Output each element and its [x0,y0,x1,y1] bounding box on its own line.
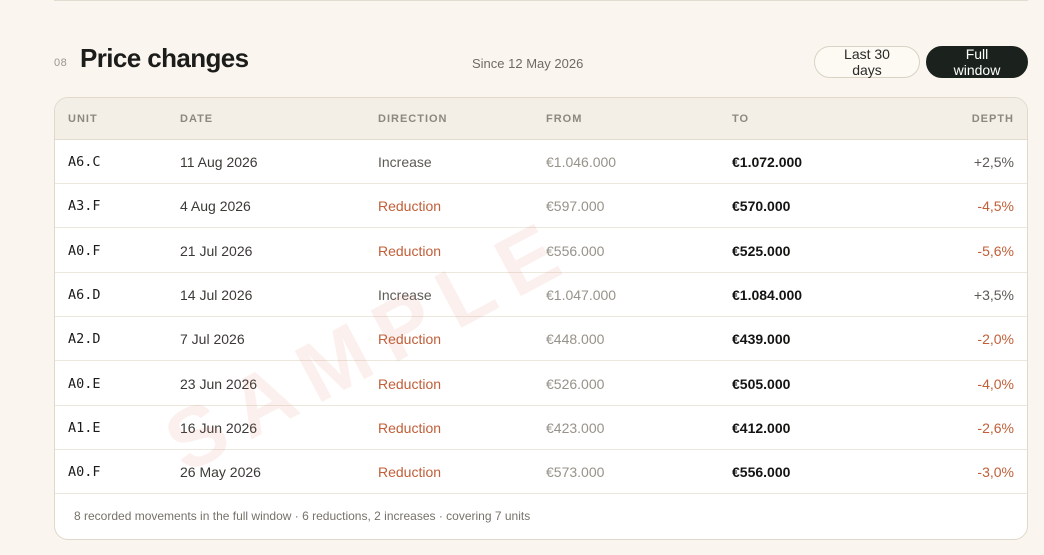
table-row[interactable]: A0.E 23 Jun 2026 Reduction €526.000 €505.000… [55,362,1027,406]
to-price-cell: €439.000 [732,331,791,348]
unit-cell: A6.D [68,286,101,303]
direction-cell: Reduction [378,464,442,481]
to-price-cell: €556.000 [732,464,791,481]
to-price-cell: €570.000 [732,198,791,215]
date-cell: 4 Aug 2026 [180,198,251,215]
to-price-cell: €1.072.000 [732,154,803,170]
from-price-cell: €1.046.000 [546,154,617,170]
from-price-cell: €526.000 [546,375,605,392]
unit-cell: A6.C [68,154,101,170]
direction-cell: Reduction [378,242,442,259]
from-price-cell: €448.000 [546,331,605,348]
price-changes-table: UNIT DATE DIRECTION FROM TO DEPTH A6.C 11… [54,97,1028,540]
depth-cell: -4,0% [977,375,1014,392]
depth-cell: +3,5% [973,286,1014,303]
from-price-cell: €597.000 [546,198,605,215]
table-row[interactable]: A0.F 21 Jul 2026 Reduction €556.000 €525.000… [55,229,1027,273]
table-row[interactable]: A0.F 26 May 2026 Reduction €573.000 €556.000… [55,450,1027,495]
date-cell: 26 May 2026 [180,464,261,481]
column-header-depth[interactable]: DEPTH [972,113,1014,125]
unit-cell: A0.E [68,375,101,392]
depth-cell: -5,6% [977,242,1014,259]
unit-cell: A3.F [68,198,101,215]
table-row[interactable]: A3.F 4 Aug 2026 Reduction €597.000 €570.000 -… [55,184,1027,229]
to-price-cell: €412.000 [732,419,791,436]
to-price-cell: €525.000 [732,242,791,259]
table-row[interactable]: A6.C 11 Aug 2026 Increase €1.046.000 €1.072.… [55,140,1027,184]
from-price-cell: €423.000 [546,419,605,436]
unit-cell: A0.F [68,464,101,481]
top-divider [54,0,1028,1]
to-price-cell: €1.084.000 [732,286,803,303]
column-header-to[interactable]: TO [732,113,749,125]
depth-cell: +2,5% [973,154,1014,170]
date-cell: 21 Jul 2026 [180,242,253,259]
table-row[interactable]: A6.D 14 Jul 2026 Increase €1.047.000 €1.084.… [55,273,1027,317]
direction-cell: Reduction [378,419,442,436]
full-window-button[interactable]: Full window [926,46,1028,78]
column-header-from[interactable]: FROM [546,113,582,125]
section-number: 08 [54,57,68,69]
last-30-days-button[interactable]: Last 30 days [814,46,920,78]
table-footer-summary: 8 recorded movements in the full window … [74,509,531,523]
direction-cell: Increase [378,154,432,170]
depth-cell: -3,0% [977,464,1014,481]
unit-cell: A0.F [68,242,101,259]
column-header-direction[interactable]: DIRECTION [378,113,448,125]
direction-cell: Reduction [378,198,442,215]
from-price-cell: €573.000 [546,464,605,481]
date-cell: 16 Jun 2026 [180,419,258,436]
depth-cell: -2,0% [977,331,1014,348]
direction-cell: Reduction [378,375,442,392]
column-header-unit[interactable]: UNIT [68,113,98,125]
column-header-date[interactable]: DATE [180,113,213,125]
date-cell: 14 Jul 2026 [180,286,253,303]
direction-cell: Reduction [378,331,442,348]
date-cell: 11 Aug 2026 [180,154,258,170]
page-title: Price changes [80,43,249,73]
table-header-row: UNIT DATE DIRECTION FROM TO DEPTH [55,98,1027,140]
to-price-cell: €505.000 [732,375,791,392]
unit-cell: A1.E [68,419,101,436]
depth-cell: -2,6% [977,419,1014,436]
date-cell: 23 Jun 2026 [180,375,258,392]
from-price-cell: €1.047.000 [546,286,617,303]
section-header: 08 Price changes Since 12 May 2026 Last … [54,40,1028,84]
unit-cell: A2.D [68,331,101,348]
table-row[interactable]: A1.E 16 Jun 2026 Reduction €423.000 €412.000… [55,406,1027,450]
depth-cell: -4,5% [977,198,1014,215]
from-price-cell: €556.000 [546,242,605,259]
since-date-label: Since 12 May 2026 [472,56,584,71]
table-row[interactable]: A2.D 7 Jul 2026 Reduction €448.000 €439.000 -… [55,317,1027,362]
direction-cell: Increase [378,286,432,303]
date-cell: 7 Jul 2026 [180,331,245,348]
